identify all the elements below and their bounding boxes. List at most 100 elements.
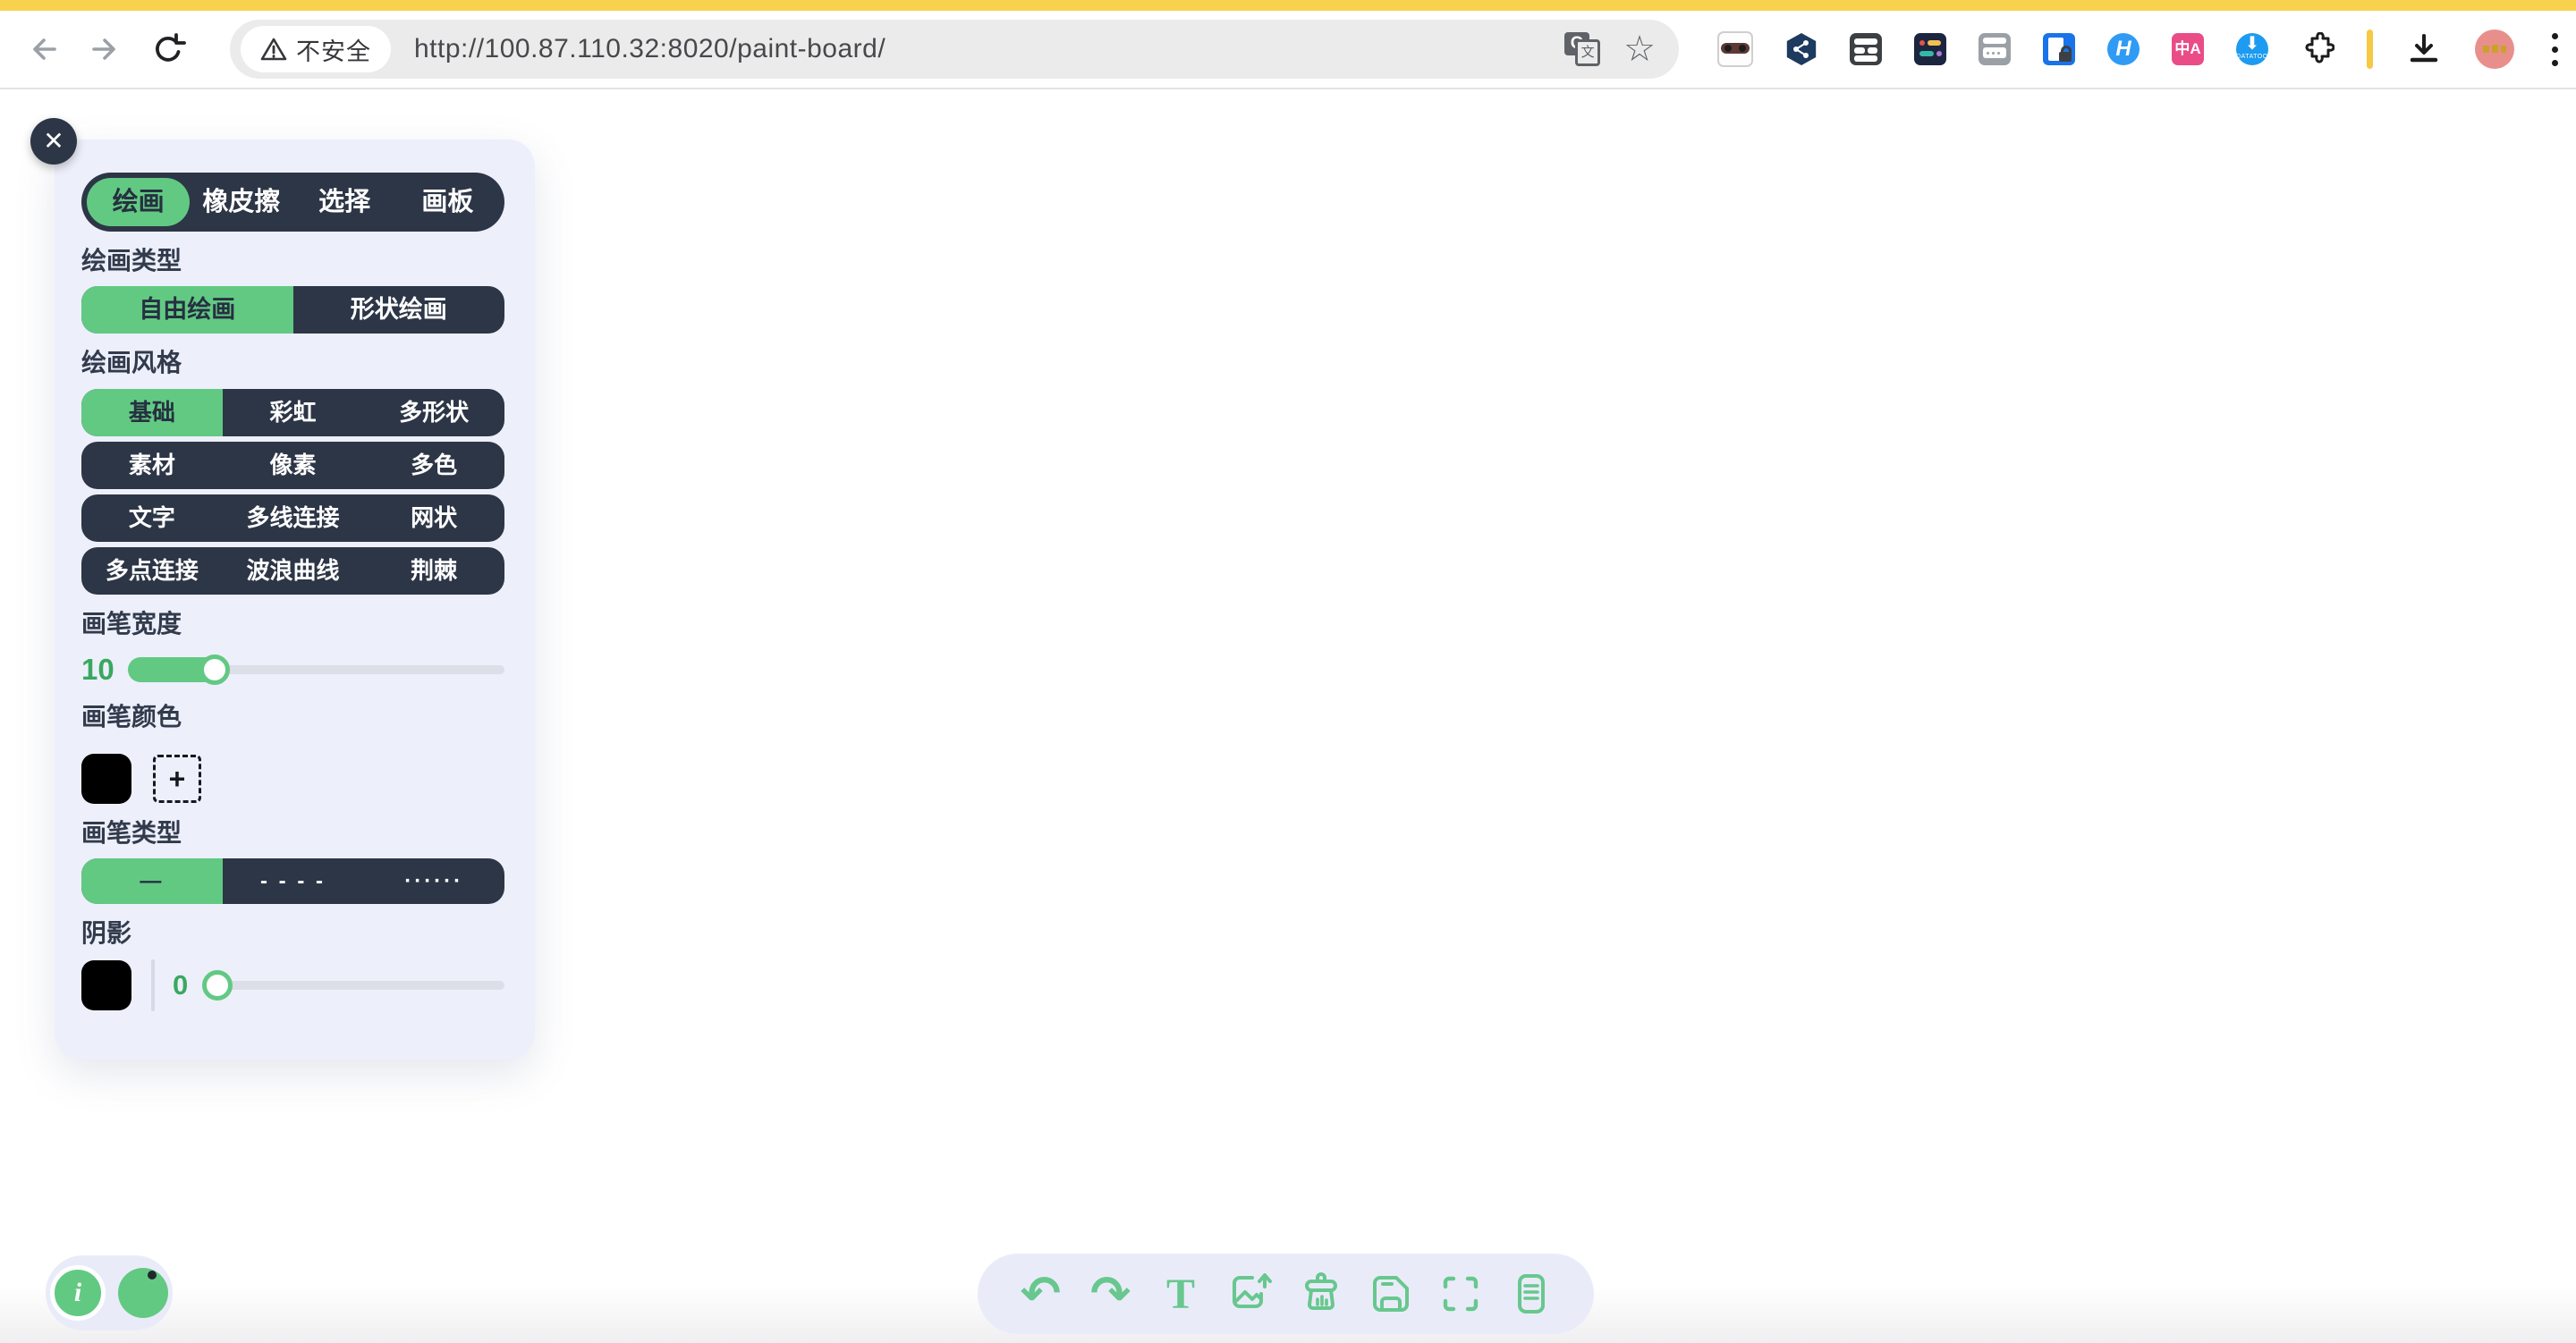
translate-pink-extension-icon[interactable]: 中A	[2172, 33, 2204, 65]
style-multi-line[interactable]: 多线连接	[223, 494, 364, 542]
style-basic[interactable]: 基础	[81, 389, 223, 436]
bar	[1868, 47, 1877, 54]
dot	[1997, 52, 2000, 55]
forward-icon[interactable]	[88, 31, 123, 67]
shadow-label: 阴影	[81, 920, 504, 947]
bar	[1928, 40, 1941, 46]
style-row: 多点连接 波浪曲线 荆棘	[81, 547, 504, 595]
reload-icon[interactable]	[150, 31, 186, 67]
h-circle-extension-icon[interactable]: H	[2107, 33, 2140, 65]
save-button[interactable]	[1368, 1271, 1414, 1317]
brush-color-row: +	[81, 754, 504, 804]
shadow-row: 0	[81, 959, 504, 1011]
brush-color-label: 画笔颜色	[81, 704, 504, 731]
style-text[interactable]: 文字	[81, 494, 223, 542]
brush-type-dotted[interactable]: ······	[363, 858, 504, 904]
add-color-button[interactable]: +	[153, 755, 201, 803]
datatool-caption: DATATOOL	[2236, 55, 2268, 60]
download-glyph: ⬇	[2236, 33, 2268, 55]
text-tool-button[interactable]: T	[1157, 1271, 1204, 1317]
option-shape-draw[interactable]: 形状绘画	[293, 286, 505, 334]
brush-type-solid[interactable]: —	[81, 858, 223, 904]
info-button[interactable]: i	[50, 1265, 106, 1321]
bookmark-star-icon[interactable]: ☆	[1623, 31, 1656, 67]
style-multi-point[interactable]: 多点连接	[81, 547, 223, 595]
security-chip[interactable]: 不安全	[241, 26, 391, 72]
style-rainbow[interactable]: 彩虹	[223, 389, 364, 436]
style-wave-curve[interactable]: 波浪曲线	[223, 547, 364, 595]
translate-icon[interactable]: G 文	[1564, 32, 1600, 66]
table-extension-icon[interactable]	[1850, 33, 1882, 65]
slider-thumb[interactable]	[202, 970, 233, 1001]
puzzle-extensions-icon[interactable]	[2301, 32, 2334, 66]
browser-toolbar: 不安全 http://100.87.110.32:8020/paint-boar…	[0, 11, 2576, 89]
color-swatch-black[interactable]	[81, 754, 131, 804]
share-glyph	[1792, 39, 1811, 59]
style-pixel[interactable]: 像素	[223, 442, 364, 489]
style-mesh[interactable]: 网状	[363, 494, 504, 542]
lock-shape	[2059, 52, 2072, 62]
url-text[interactable]: http://100.87.110.32:8020/paint-board/	[414, 34, 886, 64]
masked-doc-extension-icon[interactable]	[1717, 31, 1753, 67]
tab-eraser[interactable]: 橡皮擦	[190, 178, 292, 226]
extensions-row: H 中A ⬇ DATATOOL	[1717, 11, 2563, 88]
image-upload-icon	[1227, 1271, 1274, 1317]
back-icon[interactable]	[25, 31, 61, 67]
shadow-slider[interactable]	[202, 967, 504, 1003]
brush-dot	[148, 1271, 157, 1280]
text-tool-icon: T	[1166, 1270, 1195, 1319]
bar	[1983, 38, 2006, 44]
image-upload-button[interactable]	[1227, 1271, 1274, 1317]
info-pill: i	[46, 1255, 173, 1330]
option-free-draw[interactable]: 自由绘画	[81, 286, 293, 334]
style-multi-color[interactable]: 多色	[363, 442, 504, 489]
style-row: 基础 彩虹 多形状	[81, 389, 504, 436]
draw-style-grid: 基础 彩虹 多形状 素材 像素 多色 文字 多线连接 网状 多点连接 波浪曲线 …	[81, 389, 504, 595]
dot	[2552, 60, 2558, 66]
tab-board[interactable]: 画板	[396, 178, 499, 226]
downloads-icon[interactable]	[2405, 30, 2443, 68]
fullscreen-icon	[1437, 1271, 1484, 1317]
style-row: 文字 多线连接 网状	[81, 494, 504, 542]
brush-preview-button[interactable]	[118, 1268, 168, 1318]
slider-thumb[interactable]	[199, 655, 230, 685]
profile-avatar[interactable]	[2475, 30, 2514, 69]
bar	[1919, 51, 1934, 56]
undo-button[interactable]: ↶	[1017, 1271, 1063, 1317]
shadow-color-swatch[interactable]	[81, 960, 131, 1010]
share-hex-extension-icon[interactable]	[1785, 33, 1818, 65]
dot	[1987, 52, 1989, 55]
brush-width-slider[interactable]	[128, 652, 504, 688]
dot	[1992, 52, 1995, 55]
style-material[interactable]: 素材	[81, 442, 223, 489]
redo-icon: ↷	[1090, 1271, 1131, 1317]
datatool-extension-icon[interactable]: ⬇ DATATOOL	[2236, 33, 2268, 65]
brush-type-dashed[interactable]: - - - -	[223, 858, 364, 904]
password-lock-extension-icon[interactable]	[2043, 33, 2075, 65]
tab-select[interactable]: 选择	[293, 178, 396, 226]
style-row: 素材 像素 多色	[81, 442, 504, 489]
panel-extension-icon[interactable]	[1914, 33, 1946, 65]
redo-button[interactable]: ↷	[1088, 1271, 1134, 1317]
clean-brush-button[interactable]	[1298, 1271, 1344, 1317]
style-multi-shape[interactable]: 多形状	[363, 389, 504, 436]
thumb-holder	[202, 967, 217, 1003]
chrome-menu-icon[interactable]	[2546, 33, 2563, 66]
url-bar[interactable]: 不安全 http://100.87.110.32:8020/paint-boar…	[230, 20, 1679, 79]
panel-close-button[interactable]: ✕	[30, 118, 77, 165]
thumb-holder	[128, 652, 215, 688]
translate-wen-glyph: 文	[1575, 39, 1600, 66]
dot	[2552, 46, 2558, 53]
bar	[1854, 55, 1877, 62]
dot	[1919, 40, 1925, 46]
window-frame-strip	[0, 0, 2576, 11]
speech-extension-icon[interactable]	[1979, 33, 2011, 65]
draw-type-label: 绘画类型	[81, 248, 504, 275]
board-list-button[interactable]	[1508, 1271, 1555, 1317]
brush-type-toggle: — - - - - ······	[81, 858, 504, 904]
style-thorn[interactable]: 荆棘	[363, 547, 504, 595]
fullscreen-button[interactable]	[1437, 1271, 1484, 1317]
screen: 不安全 http://100.87.110.32:8020/paint-boar…	[0, 0, 2576, 1343]
tab-draw[interactable]: 绘画	[87, 178, 190, 226]
brush-width-row: 10	[81, 652, 504, 688]
